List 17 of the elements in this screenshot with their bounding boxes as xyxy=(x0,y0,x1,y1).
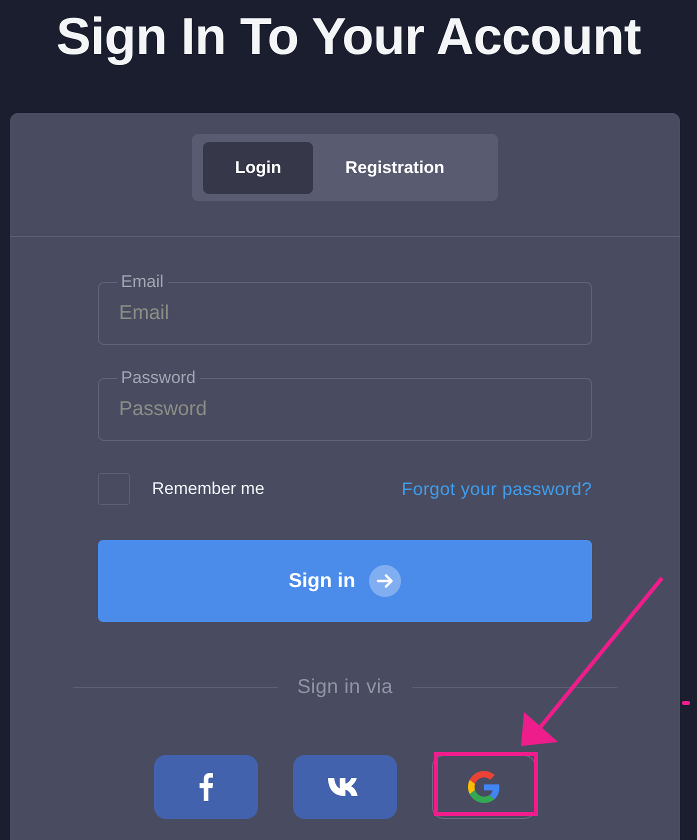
password-field[interactable]: Password Password xyxy=(98,368,592,441)
forgot-password-link[interactable]: Forgot your password? xyxy=(402,476,592,502)
remember-me-label: Remember me xyxy=(152,478,264,500)
page-title: Sign In To Your Account xyxy=(56,7,641,68)
facebook-button[interactable] xyxy=(154,755,258,819)
email-field[interactable]: Email Email xyxy=(98,272,592,345)
email-input[interactable]: Email xyxy=(117,296,573,330)
sign-in-button[interactable]: Sign in xyxy=(98,540,592,622)
vk-button[interactable] xyxy=(293,755,397,819)
arrow-right-icon xyxy=(369,565,402,597)
sign-in-via-caption: Sign in via xyxy=(296,675,394,700)
tab[interactable]: Registration xyxy=(313,142,476,194)
password-input[interactable]: Password xyxy=(117,392,573,426)
tab[interactable]: Login xyxy=(203,142,314,194)
google-icon xyxy=(468,771,500,803)
facebook-icon xyxy=(199,773,213,801)
annotation-mark xyxy=(682,701,690,705)
